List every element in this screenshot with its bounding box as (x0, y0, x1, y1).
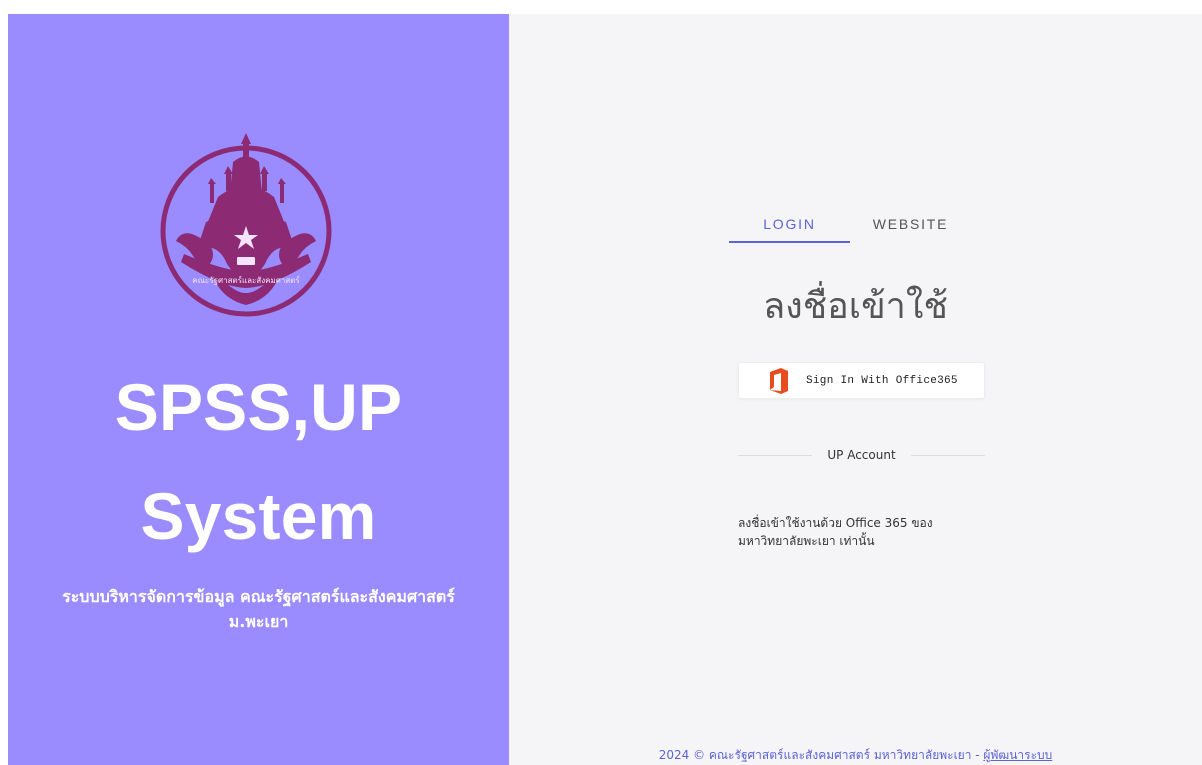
page-footer: 2024 © คณะรัฐศาสตร์และสังคมศาสตร์ มหาวิท… (509, 746, 1202, 764)
divider-label: UP Account (827, 448, 896, 462)
faculty-logo-icon: คณะรัฐศาสตร์และสังคมศาสตร์ (160, 133, 332, 317)
login-note-line-1: ลงชื่อเข้าใช้งานด้วย Office 365 ของ (738, 516, 933, 530)
login-heading: ลงชื่อเข้าใช้ (763, 286, 948, 327)
system-subtitle-line-1: ระบบบริหารจัดการข้อมูล คณะรัฐศาสตร์และสั… (62, 587, 455, 606)
sign-in-office365-button[interactable]: Sign In With Office365 (738, 362, 985, 399)
office-button-label: Sign In With Office365 (806, 374, 958, 387)
brand-panel: คณะรัฐศาสตร์และสังคมศาสตร์ SPSS,UP Syste… (8, 14, 509, 765)
login-tabs: LOGIN WEBSITE (729, 205, 971, 243)
system-title-line-2: System (140, 479, 377, 553)
tab-website[interactable]: WEBSITE (850, 205, 971, 243)
footer-text: 2024 © คณะรัฐศาสตร์และสังคมศาสตร์ มหาวิท… (658, 748, 984, 762)
system-title-line-1: SPSS,UP (114, 370, 403, 444)
logo-text: คณะรัฐศาสตร์และสังคมศาสตร์ (192, 275, 300, 285)
divider-line-right (910, 454, 986, 456)
system-subtitle-line-2: ม.พะเยา (228, 612, 289, 631)
developer-link[interactable]: ผู้พัฒนาระบบ (983, 748, 1052, 762)
login-panel: LOGIN WEBSITE ลงชื่อเข้าใช้ Sign In With… (509, 14, 1202, 765)
login-note: ลงชื่อเข้าใช้งานด้วย Office 365 ของ มหาว… (738, 514, 983, 550)
login-page: คณะรัฐศาสตร์และสังคมศาสตร์ SPSS,UP Syste… (8, 14, 1202, 765)
account-divider: UP Account (738, 446, 986, 464)
tab-login[interactable]: LOGIN (729, 205, 850, 243)
divider-line-left (738, 454, 813, 456)
system-subtitle: ระบบบริหารจัดการข้อมูล คณะรัฐศาสตร์และสั… (16, 584, 501, 634)
office365-icon (770, 367, 788, 394)
login-note-line-2: มหาวิทยาลัยพะเยา เท่านั้น (738, 534, 875, 548)
